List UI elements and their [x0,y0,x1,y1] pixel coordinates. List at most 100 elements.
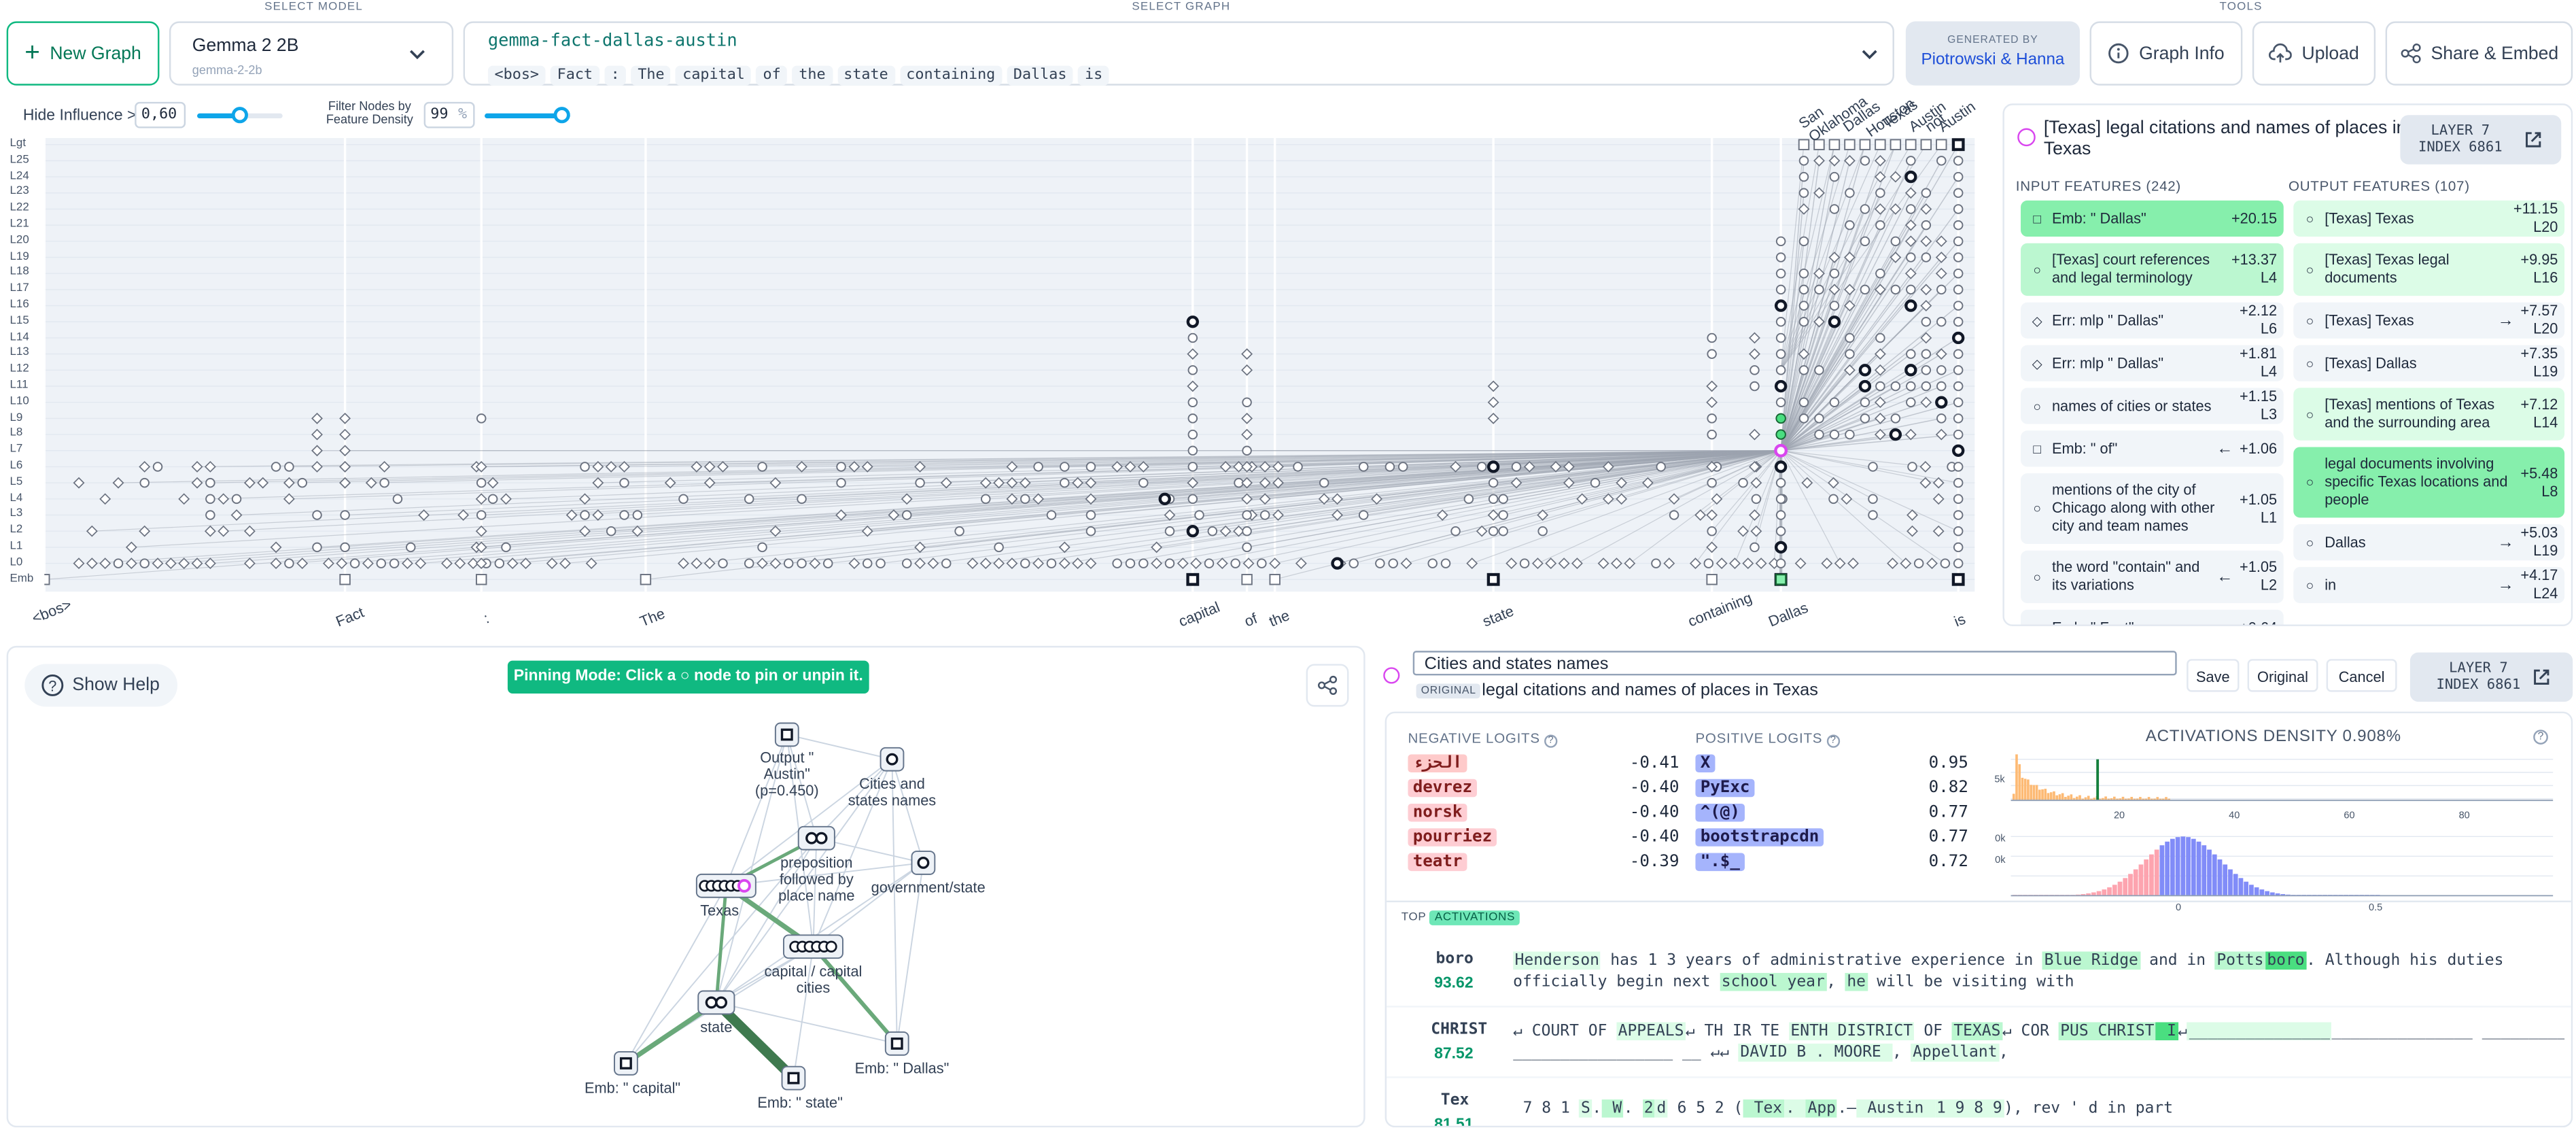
error-node[interactable] [1755,558,1767,570]
feature-node[interactable] [1775,365,1786,375]
feature-node[interactable] [1904,299,1917,312]
error-node[interactable] [1890,171,1902,183]
feature-node[interactable] [1828,494,1839,505]
embedding-node[interactable] [1269,574,1281,585]
feature-node[interactable] [1875,381,1885,392]
subgraph-node[interactable] [797,825,835,851]
feature-node[interactable] [1845,188,1855,199]
feature-node[interactable] [1707,413,1717,424]
feature-node[interactable] [1046,510,1057,520]
error-node[interactable] [125,541,137,553]
feature-node[interactable] [1085,526,1096,536]
feature-node[interactable] [1187,365,1198,375]
error-node[interactable] [1932,525,1945,537]
feature-node[interactable] [1875,220,1885,230]
feature-node[interactable] [1656,462,1666,472]
error-node[interactable] [441,558,453,570]
graph-canvas[interactable] [44,138,1975,592]
feature-node[interactable] [284,558,294,568]
error-node[interactable] [1216,558,1228,570]
error-node[interactable] [99,558,111,570]
feature-node[interactable] [1319,477,1329,488]
feature-node[interactable] [1187,429,1198,440]
help-icon[interactable]: ? [2533,730,2548,745]
feature-node[interactable] [1774,460,1788,473]
feature-node[interactable] [1164,558,1175,568]
feature-node[interactable] [340,510,350,520]
error-node[interactable] [1241,428,1253,441]
error-node[interactable] [1794,558,1807,570]
feature-node[interactable] [1046,558,1057,568]
error-node[interactable] [1487,412,1499,424]
feature-name-input[interactable]: Cities and states names [1412,651,2177,676]
feature-node[interactable] [231,494,242,505]
error-node[interactable] [1821,558,1833,570]
error-node[interactable] [1505,558,1518,570]
error-node[interactable] [73,477,85,489]
feature-node[interactable] [981,494,991,505]
feature-node[interactable] [757,462,767,472]
feature-node[interactable] [389,558,400,568]
feature-row[interactable]: ○ names of cities or states +1.15 L3 [2021,388,2284,424]
embedding-node[interactable] [1775,573,1787,585]
error-node[interactable] [1219,525,1232,537]
error-node[interactable] [1487,509,1499,521]
feature-node[interactable] [1775,332,1786,343]
error-node[interactable] [1935,235,1947,247]
feature-node[interactable] [1488,477,1499,488]
error-node[interactable] [1187,380,1199,392]
feature-node[interactable] [1953,365,1964,375]
error-node[interactable] [339,428,351,441]
error-node[interactable] [1750,477,1762,489]
error-node[interactable] [311,445,323,457]
feature-node[interactable] [1187,413,1198,424]
error-node[interactable] [1749,348,1760,360]
error-node[interactable] [1749,509,1760,521]
error-node[interactable] [191,558,203,570]
error-node[interactable] [99,493,111,505]
feature-node[interactable] [1845,220,1855,230]
embedding-node[interactable] [1890,139,1902,150]
embedding-node[interactable] [1798,139,1810,150]
feature-node[interactable] [1906,381,1916,392]
error-node[interactable] [979,558,992,570]
error-node[interactable] [1716,558,1728,570]
feature-node[interactable] [1829,429,1840,440]
error-node[interactable] [339,477,351,489]
feature-node[interactable] [1164,526,1175,536]
feature-node[interactable] [1060,462,1070,472]
feature-node[interactable] [1085,510,1096,520]
error-node[interactable] [1694,509,1707,521]
embedding-node[interactable] [1828,139,1841,150]
feature-node[interactable] [1750,381,1760,392]
subgraph-node[interactable] [880,747,905,772]
error-node[interactable] [691,558,703,570]
error-node[interactable] [927,558,939,570]
embedding-node[interactable] [640,574,652,585]
feature-node[interactable] [1775,494,1786,505]
feature-node[interactable] [606,526,616,536]
feature-node[interactable] [862,558,873,568]
feature-row[interactable]: ○ [Texas] court references and legal term… [2021,243,2284,296]
error-node[interactable] [1610,558,1622,570]
error-node[interactable] [500,493,512,505]
error-node[interactable] [769,477,782,489]
feature-node[interactable] [1033,462,1043,472]
feature-node[interactable] [1953,477,1964,488]
feature-node[interactable] [113,558,124,568]
feature-node[interactable] [1829,171,1840,182]
error-node[interactable] [178,493,190,505]
feature-node[interactable] [1358,462,1369,472]
feature-node[interactable] [1230,558,1240,568]
error-node[interactable] [1834,558,1846,570]
feature-node[interactable] [1242,526,1252,536]
error-node[interactable] [1151,558,1163,570]
error-node[interactable] [940,477,952,489]
feature-node[interactable] [1814,413,1824,424]
feature-node[interactable] [1187,332,1198,343]
feature-node[interactable] [1953,171,1964,182]
error-node[interactable] [379,461,391,473]
embedding-node[interactable] [44,574,50,585]
feature-node[interactable] [1775,284,1786,295]
feature-node[interactable] [1158,492,1171,506]
